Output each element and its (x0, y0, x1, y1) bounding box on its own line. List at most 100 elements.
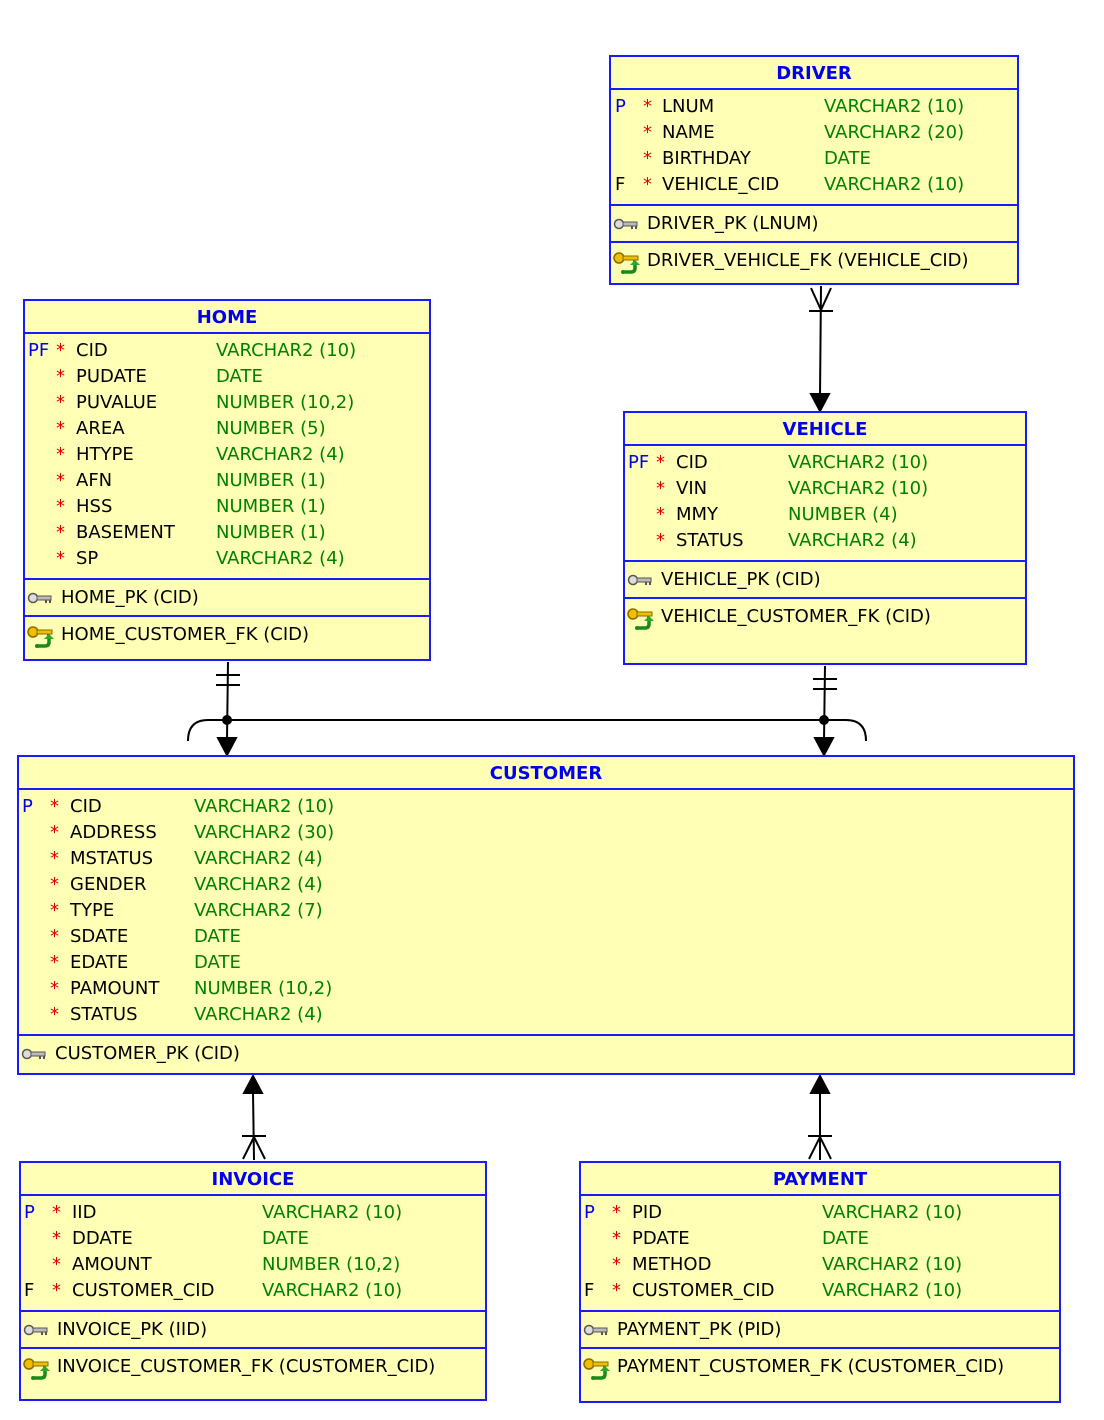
column-name: VEHICLE_CID (662, 174, 780, 195)
column-list: P * LNUM VARCHAR2 (10) * NAME VARCHAR2 (… (611, 90, 1017, 206)
column-row[interactable]: * PDATE DATE (581, 1226, 1059, 1252)
column-name: AMOUNT (72, 1254, 152, 1275)
key-label: DRIVER_VEHICLE_FK (VEHICLE_CID) (647, 250, 969, 271)
key-flag: F (24, 1280, 35, 1301)
column-row[interactable]: * STATUS VARCHAR2 (4) (625, 528, 1025, 554)
column-row[interactable]: * TYPE VARCHAR2 (7) (19, 898, 1073, 924)
column-name: CID (76, 340, 108, 361)
column-row[interactable]: F * CUSTOMER_CID VARCHAR2 (10) (581, 1278, 1059, 1304)
column-type: VARCHAR2 (7) (194, 900, 323, 921)
column-name: HTYPE (76, 444, 134, 465)
table-home[interactable]: HOME PF * CID VARCHAR2 (10) * PUDATE DAT… (23, 299, 431, 661)
key-row[interactable]: PAYMENT_CUSTOMER_FK (CUSTOMER_CID) (581, 1349, 1059, 1386)
table-payment[interactable]: PAYMENT P * PID VARCHAR2 (10) * PDATE DA… (579, 1161, 1061, 1403)
required-marker: * (52, 1228, 61, 1249)
column-row[interactable]: * PUVALUE NUMBER (10,2) (25, 390, 429, 416)
column-row[interactable]: * NAME VARCHAR2 (20) (611, 120, 1017, 146)
key-row[interactable]: HOME_PK (CID) (25, 580, 429, 617)
column-row[interactable]: * VIN VARCHAR2 (10) (625, 476, 1025, 502)
required-marker: * (56, 496, 65, 517)
table-vehicle[interactable]: VEHICLE PF * CID VARCHAR2 (10) * VIN VAR… (623, 411, 1027, 665)
required-marker: * (56, 392, 65, 413)
key-row[interactable]: CUSTOMER_PK (CID) (19, 1036, 1073, 1073)
column-type: VARCHAR2 (10) (822, 1280, 963, 1301)
column-name: ADDRESS (70, 822, 157, 843)
column-type: VARCHAR2 (10) (824, 174, 965, 195)
column-row[interactable]: * HSS NUMBER (1) (25, 494, 429, 520)
column-row[interactable]: * STATUS VARCHAR2 (4) (19, 1002, 1073, 1028)
column-type: NUMBER (10,2) (194, 978, 333, 999)
column-row[interactable]: F * VEHICLE_CID VARCHAR2 (10) (611, 172, 1017, 198)
column-type: VARCHAR2 (10) (262, 1280, 403, 1301)
key-row[interactable]: INVOICE_CUSTOMER_FK (CUSTOMER_CID) (21, 1349, 485, 1386)
key-row[interactable]: VEHICLE_PK (CID) (625, 562, 1025, 599)
table-title: DRIVER (611, 57, 1017, 90)
column-row[interactable]: * AREA NUMBER (5) (25, 416, 429, 442)
column-row[interactable]: * BASEMENT NUMBER (1) (25, 520, 429, 546)
column-row[interactable]: F * CUSTOMER_CID VARCHAR2 (10) (21, 1278, 485, 1304)
table-title: CUSTOMER (19, 757, 1073, 790)
column-type: DATE (194, 952, 241, 973)
column-row[interactable]: P * IID VARCHAR2 (10) (21, 1200, 485, 1226)
column-name: EDATE (70, 952, 129, 973)
column-row[interactable]: * AMOUNT NUMBER (10,2) (21, 1252, 485, 1278)
column-type: VARCHAR2 (4) (788, 530, 917, 551)
key-flag: F (615, 174, 626, 195)
column-row[interactable]: * MSTATUS VARCHAR2 (4) (19, 846, 1073, 872)
column-type: NUMBER (10,2) (262, 1254, 401, 1275)
required-marker: * (50, 926, 59, 947)
required-marker: * (50, 1004, 59, 1025)
column-type: VARCHAR2 (10) (788, 478, 929, 499)
required-marker: * (52, 1254, 61, 1275)
column-row[interactable]: * EDATE DATE (19, 950, 1073, 976)
column-row[interactable]: * ADDRESS VARCHAR2 (30) (19, 820, 1073, 846)
key-label: PAYMENT_CUSTOMER_FK (CUSTOMER_CID) (617, 1356, 1005, 1377)
column-type: VARCHAR2 (4) (194, 874, 323, 895)
required-marker: * (656, 530, 665, 551)
table-driver[interactable]: DRIVER P * LNUM VARCHAR2 (10) * NAME VAR… (609, 55, 1019, 285)
column-row[interactable]: P * PID VARCHAR2 (10) (581, 1200, 1059, 1226)
key-label: CUSTOMER_PK (CID) (55, 1043, 240, 1064)
column-row[interactable]: PF * CID VARCHAR2 (10) (625, 450, 1025, 476)
table-invoice[interactable]: INVOICE P * IID VARCHAR2 (10) * DDATE DA… (19, 1161, 487, 1401)
column-row[interactable]: PF * CID VARCHAR2 (10) (25, 338, 429, 364)
required-marker: * (56, 522, 65, 543)
column-name: PUVALUE (76, 392, 158, 413)
column-type: NUMBER (1) (216, 470, 326, 491)
column-type: VARCHAR2 (4) (216, 548, 345, 569)
column-name: PDATE (632, 1228, 690, 1249)
column-name: SP (76, 548, 99, 569)
column-name: MSTATUS (70, 848, 154, 869)
column-row[interactable]: * PAMOUNT NUMBER (10,2) (19, 976, 1073, 1002)
column-row[interactable]: * HTYPE VARCHAR2 (4) (25, 442, 429, 468)
key-label: HOME_CUSTOMER_FK (CID) (61, 624, 310, 645)
column-row[interactable]: * MMY NUMBER (4) (625, 502, 1025, 528)
key-label: INVOICE_PK (IID) (57, 1319, 208, 1340)
table-customer[interactable]: CUSTOMER P * CID VARCHAR2 (10) * ADDRESS… (17, 755, 1075, 1075)
key-row[interactable]: PAYMENT_PK (PID) (581, 1312, 1059, 1349)
column-type: VARCHAR2 (10) (194, 796, 335, 817)
column-row[interactable]: * METHOD VARCHAR2 (10) (581, 1252, 1059, 1278)
column-name: LNUM (662, 96, 715, 117)
column-row[interactable]: * DDATE DATE (21, 1226, 485, 1252)
column-row[interactable]: * AFN NUMBER (1) (25, 468, 429, 494)
key-row[interactable]: HOME_CUSTOMER_FK (CID) (25, 617, 429, 654)
column-type: VARCHAR2 (30) (194, 822, 335, 843)
column-row[interactable]: * PUDATE DATE (25, 364, 429, 390)
key-row[interactable]: DRIVER_VEHICLE_FK (VEHICLE_CID) (611, 243, 1017, 280)
required-marker: * (50, 978, 59, 999)
column-row[interactable]: P * CID VARCHAR2 (10) (19, 794, 1073, 820)
required-marker: * (56, 470, 65, 491)
column-row[interactable]: P * LNUM VARCHAR2 (10) (611, 94, 1017, 120)
required-marker: * (612, 1202, 621, 1223)
key-row[interactable]: VEHICLE_CUSTOMER_FK (CID) (625, 599, 1025, 664)
column-row[interactable]: * BIRTHDAY DATE (611, 146, 1017, 172)
key-row[interactable]: DRIVER_PK (LNUM) (611, 206, 1017, 243)
key-row[interactable]: INVOICE_PK (IID) (21, 1312, 485, 1349)
column-row[interactable]: * GENDER VARCHAR2 (4) (19, 872, 1073, 898)
required-marker: * (56, 444, 65, 465)
column-name: CUSTOMER_CID (72, 1280, 215, 1301)
column-row[interactable]: * SDATE DATE (19, 924, 1073, 950)
column-row[interactable]: * SP VARCHAR2 (4) (25, 546, 429, 572)
column-name: CID (70, 796, 102, 817)
